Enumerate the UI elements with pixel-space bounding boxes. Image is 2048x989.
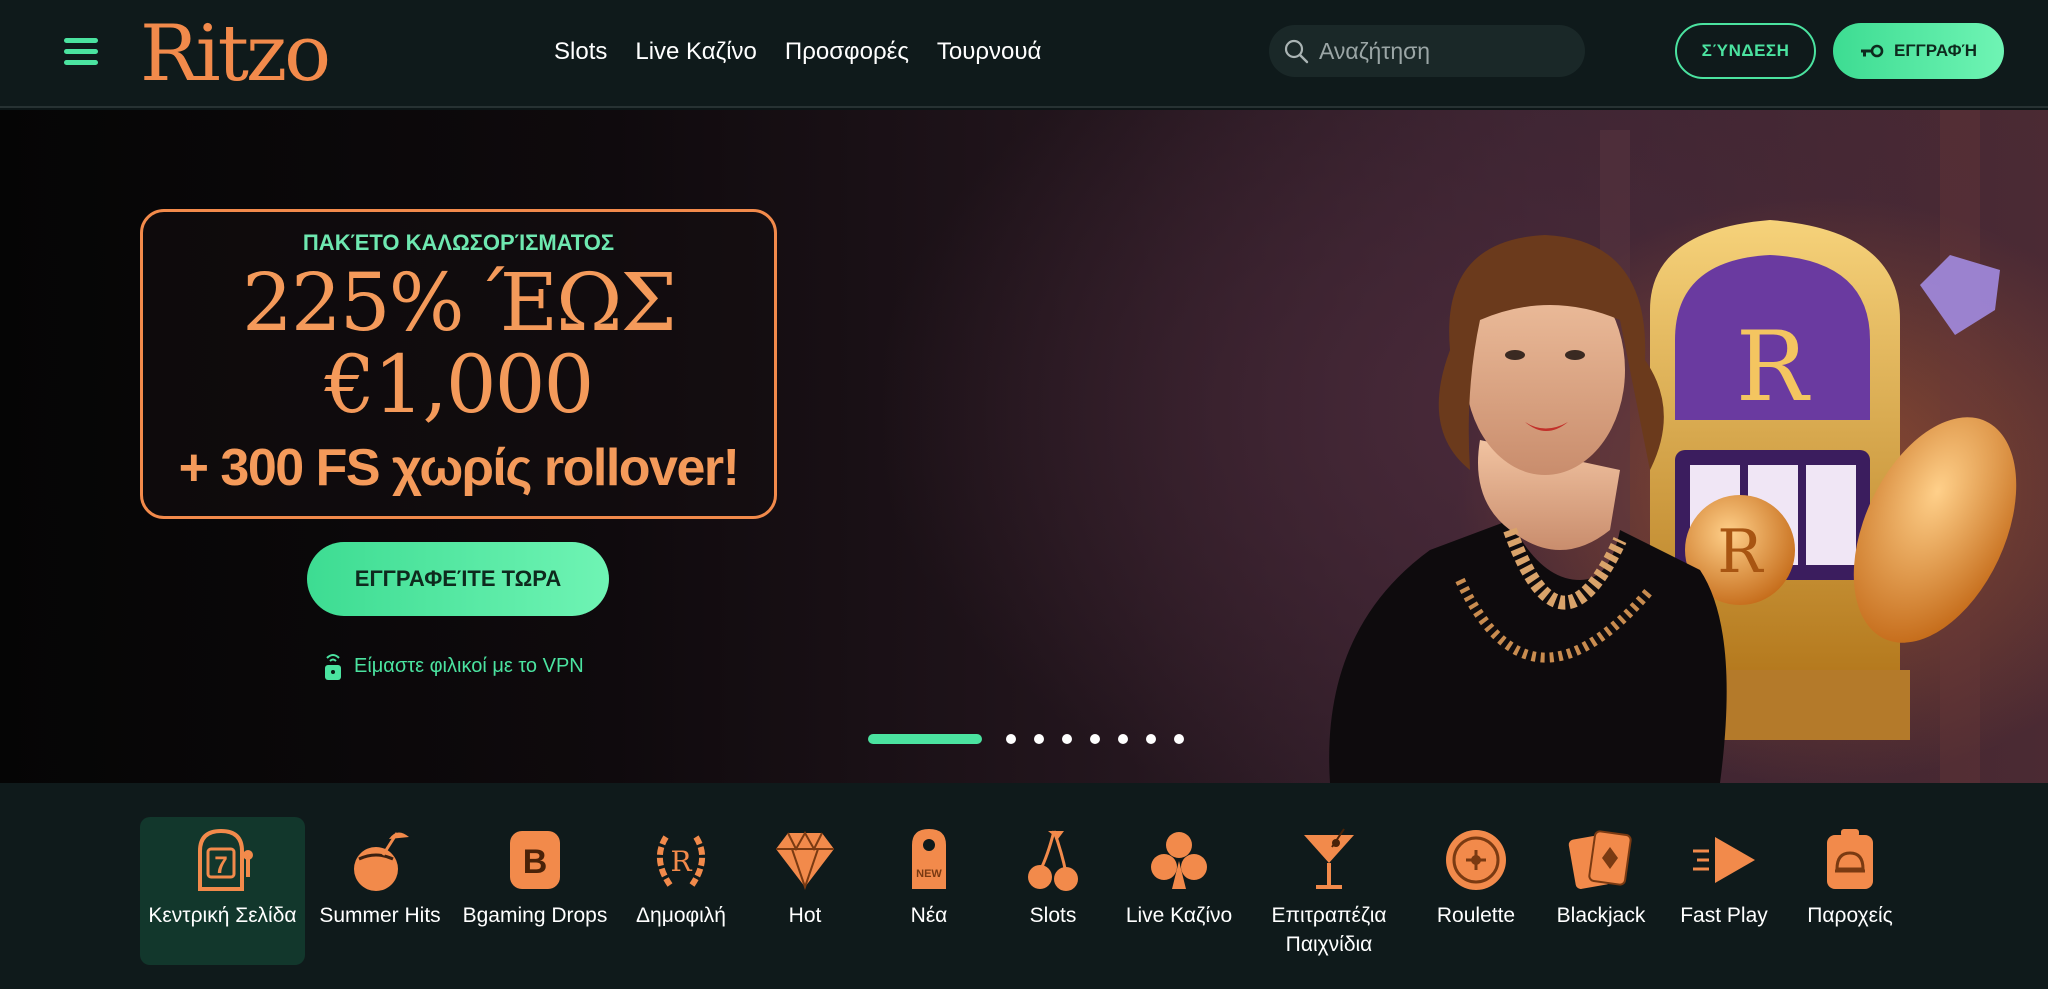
provider-bell-icon xyxy=(1827,829,1873,889)
carousel-pagination xyxy=(868,734,1184,744)
slot-machine-icon: 7 xyxy=(197,828,253,891)
category-label: Roulette xyxy=(1436,904,1516,927)
category-home[interactable]: 7 Κεντρική Σελίδα xyxy=(140,817,305,965)
main-nav: Slots Live Καζίνο Προσφορές Τουρνουά xyxy=(554,34,1041,70)
svg-text:7: 7 xyxy=(214,852,227,879)
login-button[interactable]: ΣΎΝΔΕΣΗ xyxy=(1675,23,1816,79)
carousel-dot[interactable] xyxy=(1006,734,1016,744)
category-hot[interactable]: Hot xyxy=(760,817,850,965)
category-label: Live Καζίνο xyxy=(1125,904,1233,927)
carousel-dot[interactable] xyxy=(1118,734,1128,744)
category-bar: 7 Κεντρική Σελίδα Summer Hits B Bgaming … xyxy=(0,783,2048,989)
category-new[interactable]: NEW Νέα xyxy=(884,817,974,965)
category-label: Blackjack xyxy=(1556,904,1646,927)
carousel-dot-active[interactable] xyxy=(868,734,982,744)
hamburger-menu-icon[interactable] xyxy=(64,38,98,66)
register-label: ΕΓΓΡΑΦΉ xyxy=(1893,41,1978,60)
ritzo-logo[interactable]: Ritzo xyxy=(140,4,331,104)
category-blackjack[interactable]: Blackjack xyxy=(1550,817,1652,965)
nav-live-casino[interactable]: Live Καζίνο xyxy=(635,34,757,70)
category-providers[interactable]: Παροχείς xyxy=(1800,817,1900,965)
fast-play-icon xyxy=(1693,837,1755,883)
nav-tournaments[interactable]: Τουρνουά xyxy=(937,34,1042,70)
roulette-icon xyxy=(1446,830,1506,890)
club-icon xyxy=(1151,832,1207,889)
category-label: Bgaming Drops xyxy=(462,904,608,927)
carousel-dot[interactable] xyxy=(1062,734,1072,744)
category-label: Δημοφιλή xyxy=(636,904,726,927)
diamond-icon xyxy=(776,830,834,891)
search-icon xyxy=(1284,39,1309,64)
search-box[interactable] xyxy=(1269,25,1585,77)
carousel-dot[interactable] xyxy=(1034,734,1044,744)
register-button[interactable]: ΕΓΓΡΑΦΉ xyxy=(1833,23,2004,79)
category-live-casino[interactable]: Live Καζίνο xyxy=(1124,817,1234,965)
carousel-dot[interactable] xyxy=(1090,734,1100,744)
door-hanger-new-icon: NEW xyxy=(912,829,946,889)
coconut-drink-icon xyxy=(354,832,409,891)
category-bgaming-drops[interactable]: B Bgaming Drops xyxy=(460,817,610,965)
svg-text:R: R xyxy=(670,845,692,878)
top-header: Ritzo Slots Live Καζίνο Προσφορές Τουρνο… xyxy=(0,0,2048,108)
hero-illustration: R R xyxy=(1329,110,2017,783)
category-label: Slots xyxy=(1029,904,1077,927)
carousel-dot[interactable] xyxy=(1174,734,1184,744)
cherries-icon xyxy=(1028,830,1078,891)
laurel-crest-icon: R xyxy=(657,835,705,887)
search-input[interactable] xyxy=(1319,37,1569,65)
category-label: Summer Hits xyxy=(319,904,441,927)
category-label: Επιτραπέζια Παιχνίδια xyxy=(1271,904,1387,956)
nav-slots[interactable]: Slots xyxy=(554,34,607,70)
cocktail-icon xyxy=(1304,828,1354,889)
svg-text:R: R xyxy=(1736,311,1811,423)
bonus-percentage: 225% ΈΩΣ xyxy=(241,256,677,349)
carousel-dot[interactable] xyxy=(1146,734,1156,744)
svg-text:B: B xyxy=(523,843,548,881)
vpn-text: Είμαστε φιλικοί με το VPN xyxy=(354,654,584,677)
category-label: Κεντρική Σελίδα xyxy=(148,904,297,927)
b-badge-icon: B xyxy=(510,831,560,889)
category-roulette[interactable]: Roulette xyxy=(1428,817,1524,965)
register-now-button[interactable]: ΕΓΓΡΑΦΕΊΤΕ ΤΩΡΑ xyxy=(307,542,609,616)
nav-promotions[interactable]: Προσφορές xyxy=(785,34,909,70)
bonus-amount: €1,000 xyxy=(324,338,595,431)
hero-banner: R R ΠΑΚΈΤΟ ΚΑΛΩΣΟΡΊΣΜΑΤΟΣ 225% ΈΩΣ €1,00… xyxy=(0,110,2048,783)
vpn-friendly-note: Είμαστε φιλικοί με το VPN xyxy=(322,650,584,682)
category-label: Νέα xyxy=(910,904,948,927)
category-label: Fast Play xyxy=(1680,904,1768,927)
category-fast-play[interactable]: Fast Play xyxy=(1676,817,1772,965)
category-popular[interactable]: R Δημοφιλή xyxy=(626,817,736,965)
cards-icon xyxy=(1568,830,1632,889)
category-summer-hits[interactable]: Summer Hits xyxy=(316,817,444,965)
category-slots[interactable]: Slots xyxy=(1008,817,1098,965)
lock-signal-icon xyxy=(325,654,341,680)
category-table-games[interactable]: Επιτραπέζια Παιχνίδια xyxy=(1262,817,1396,965)
bonus-eyebrow: ΠΑΚΈΤΟ ΚΑΛΩΣΟΡΊΣΜΑΤΟΣ xyxy=(302,230,615,255)
bonus-free-spins: + 300 FS χωρίς rollover! xyxy=(178,439,740,497)
category-label: Hot xyxy=(788,904,822,927)
welcome-bonus-card: ΠΑΚΈΤΟ ΚΑΛΩΣΟΡΊΣΜΑΤΟΣ 225% ΈΩΣ €1,000 + … xyxy=(140,209,777,519)
svg-text:R: R xyxy=(1717,517,1764,587)
svg-text:NEW: NEW xyxy=(916,868,942,880)
category-label: Παροχείς xyxy=(1807,904,1893,927)
key-icon xyxy=(1860,44,1884,58)
